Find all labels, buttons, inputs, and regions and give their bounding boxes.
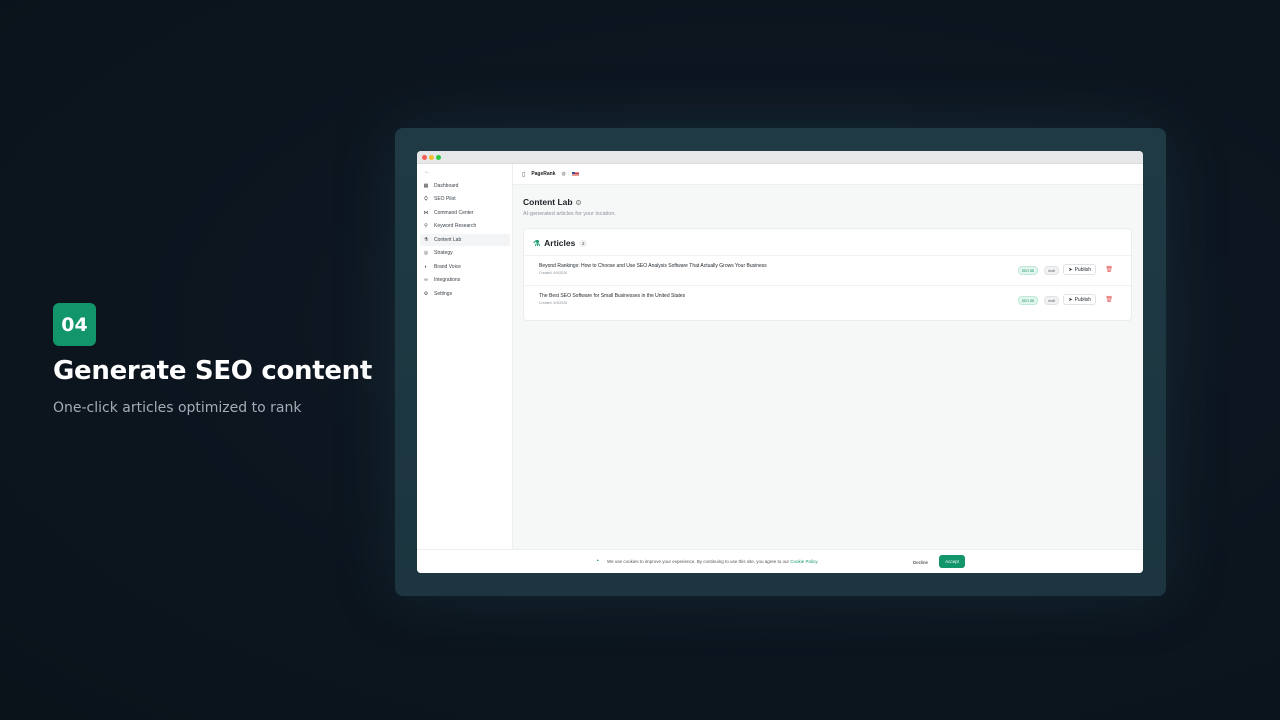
status-badge: draft: [1043, 266, 1059, 275]
delete-icon[interactable]: 🗑: [1105, 266, 1113, 273]
publish-label: Publish: [1074, 296, 1091, 303]
target-icon: ◎: [423, 250, 429, 256]
cookie-policy-link[interactable]: Cookie Policy: [790, 559, 817, 564]
site-name[interactable]: PageRank: [531, 171, 555, 177]
topbar: ▯ PageRank ◍: [513, 164, 1143, 185]
globe-icon: ◍: [561, 171, 566, 177]
sidebar-item-command-center[interactable]: ⋈ Command Center: [420, 207, 510, 219]
sidebar-item-label: Dashboard: [434, 183, 459, 189]
article-date: Created: 4/9/2026: [539, 271, 568, 275]
app-window: ← ▦ Dashboard ⛭ SEO Pilot ⋈ Command Cent…: [417, 151, 1143, 573]
command-icon: ⋈: [423, 210, 429, 216]
seo-score-badge: SEO 88: [1017, 266, 1038, 275]
page-title: Content Lab i: [523, 197, 616, 207]
status-badge: draft: [1043, 296, 1059, 305]
minimize-window-button[interactable]: [429, 155, 434, 160]
sidebar-item-seo-pilot[interactable]: ⛭ SEO Pilot: [420, 193, 510, 205]
articles-heading: Articles: [544, 238, 576, 248]
sidebar-item-label: Brand Voice: [434, 264, 461, 270]
flask-icon: ⚗: [423, 237, 429, 243]
sidebar-item-settings[interactable]: ⚙ Settings: [420, 288, 510, 300]
flask-icon: ⚗: [533, 238, 541, 248]
window-titlebar: [417, 151, 1143, 164]
articles-card: ⚗ Articles 2 Beyond Rankings: How to Cho…: [523, 228, 1132, 321]
main-content: ▯ PageRank ◍ Content Lab i AI-generated …: [513, 164, 1143, 549]
close-window-button[interactable]: [422, 155, 427, 160]
seo-score-badge: SEO 88: [1017, 296, 1038, 305]
sidebar-collapse-icon[interactable]: ←: [424, 169, 430, 175]
articles-header: ⚗ Articles 2: [533, 238, 587, 248]
sidebar-item-label: Keyword Research: [434, 223, 477, 229]
sidebar-item-strategy[interactable]: ◎ Strategy: [420, 247, 510, 259]
publish-button[interactable]: ➤ Publish: [1063, 264, 1096, 275]
sidebar-item-content-lab[interactable]: ⚗ Content Lab: [420, 234, 510, 246]
search-icon: ⚲: [424, 223, 428, 229]
sidebar-item-label: SEO Pilot: [434, 196, 456, 202]
sidebar-item-dashboard[interactable]: ▦ Dashboard: [420, 180, 510, 192]
article-title[interactable]: The Best SEO Software for Small Business…: [539, 293, 685, 299]
us-flag-icon[interactable]: [571, 172, 579, 176]
cookie-banner: ◔ We use cookies to improve your experie…: [417, 549, 1143, 573]
articles-count-badge: 2: [579, 239, 587, 247]
info-icon[interactable]: i: [575, 199, 581, 205]
promo-subtitle: One-click articles optimized to rank: [53, 400, 302, 416]
article-title[interactable]: Beyond Rankings: How to Choose and Use S…: [539, 263, 767, 269]
sidebar: ← ▦ Dashboard ⛭ SEO Pilot ⋈ Command Cent…: [417, 164, 513, 549]
page-title-text: Content Lab: [523, 197, 573, 207]
cookie-message: We use cookies to improve your experienc…: [607, 559, 790, 564]
promo-title: Generate SEO content: [53, 356, 373, 386]
page-header: Content Lab i AI-generated articles for …: [523, 197, 616, 217]
cookie-text: We use cookies to improve your experienc…: [607, 559, 819, 564]
pilot-icon: ⛭: [423, 196, 428, 202]
palette-icon: ◐: [424, 264, 428, 270]
delete-icon[interactable]: 🗑: [1105, 296, 1113, 303]
sidebar-item-label: Content Lab: [434, 237, 462, 243]
cookie-icon: ◔: [595, 558, 600, 565]
page-subtitle: AI-generated articles for your location.: [523, 211, 616, 217]
dashboard-icon: ▦: [423, 183, 429, 189]
sidebar-item-label: Command Center: [434, 210, 474, 216]
sidebar-item-integrations[interactable]: ∞ Integrations: [420, 274, 510, 286]
maximize-window-button[interactable]: [436, 155, 441, 160]
send-icon: ➤: [1068, 266, 1073, 273]
sidebar-item-brand-voice[interactable]: ◐ Brand Voice: [420, 261, 510, 273]
sidebar-toggle-icon[interactable]: ▯: [522, 171, 525, 178]
publish-button[interactable]: ➤ Publish: [1063, 294, 1096, 305]
article-row[interactable]: Beyond Rankings: How to Choose and Use S…: [524, 255, 1131, 284]
sidebar-item-label: Strategy: [434, 250, 453, 256]
decline-button[interactable]: Decline: [909, 556, 932, 568]
sidebar-item-label: Settings: [434, 291, 453, 297]
publish-label: Publish: [1074, 266, 1091, 273]
sidebar-item-keyword-research[interactable]: ⚲ Keyword Research: [420, 220, 510, 232]
send-icon: ➤: [1068, 296, 1073, 303]
step-badge: 04: [53, 303, 96, 346]
article-row[interactable]: The Best SEO Software for Small Business…: [524, 285, 1131, 314]
gear-icon: ⚙: [423, 291, 429, 297]
link-icon: ∞: [424, 277, 428, 283]
accept-button[interactable]: Accept: [939, 555, 965, 568]
sidebar-item-label: Integrations: [434, 277, 461, 283]
article-date: Created: 4/9/2026: [539, 301, 568, 305]
flag-canton: [571, 172, 575, 175]
